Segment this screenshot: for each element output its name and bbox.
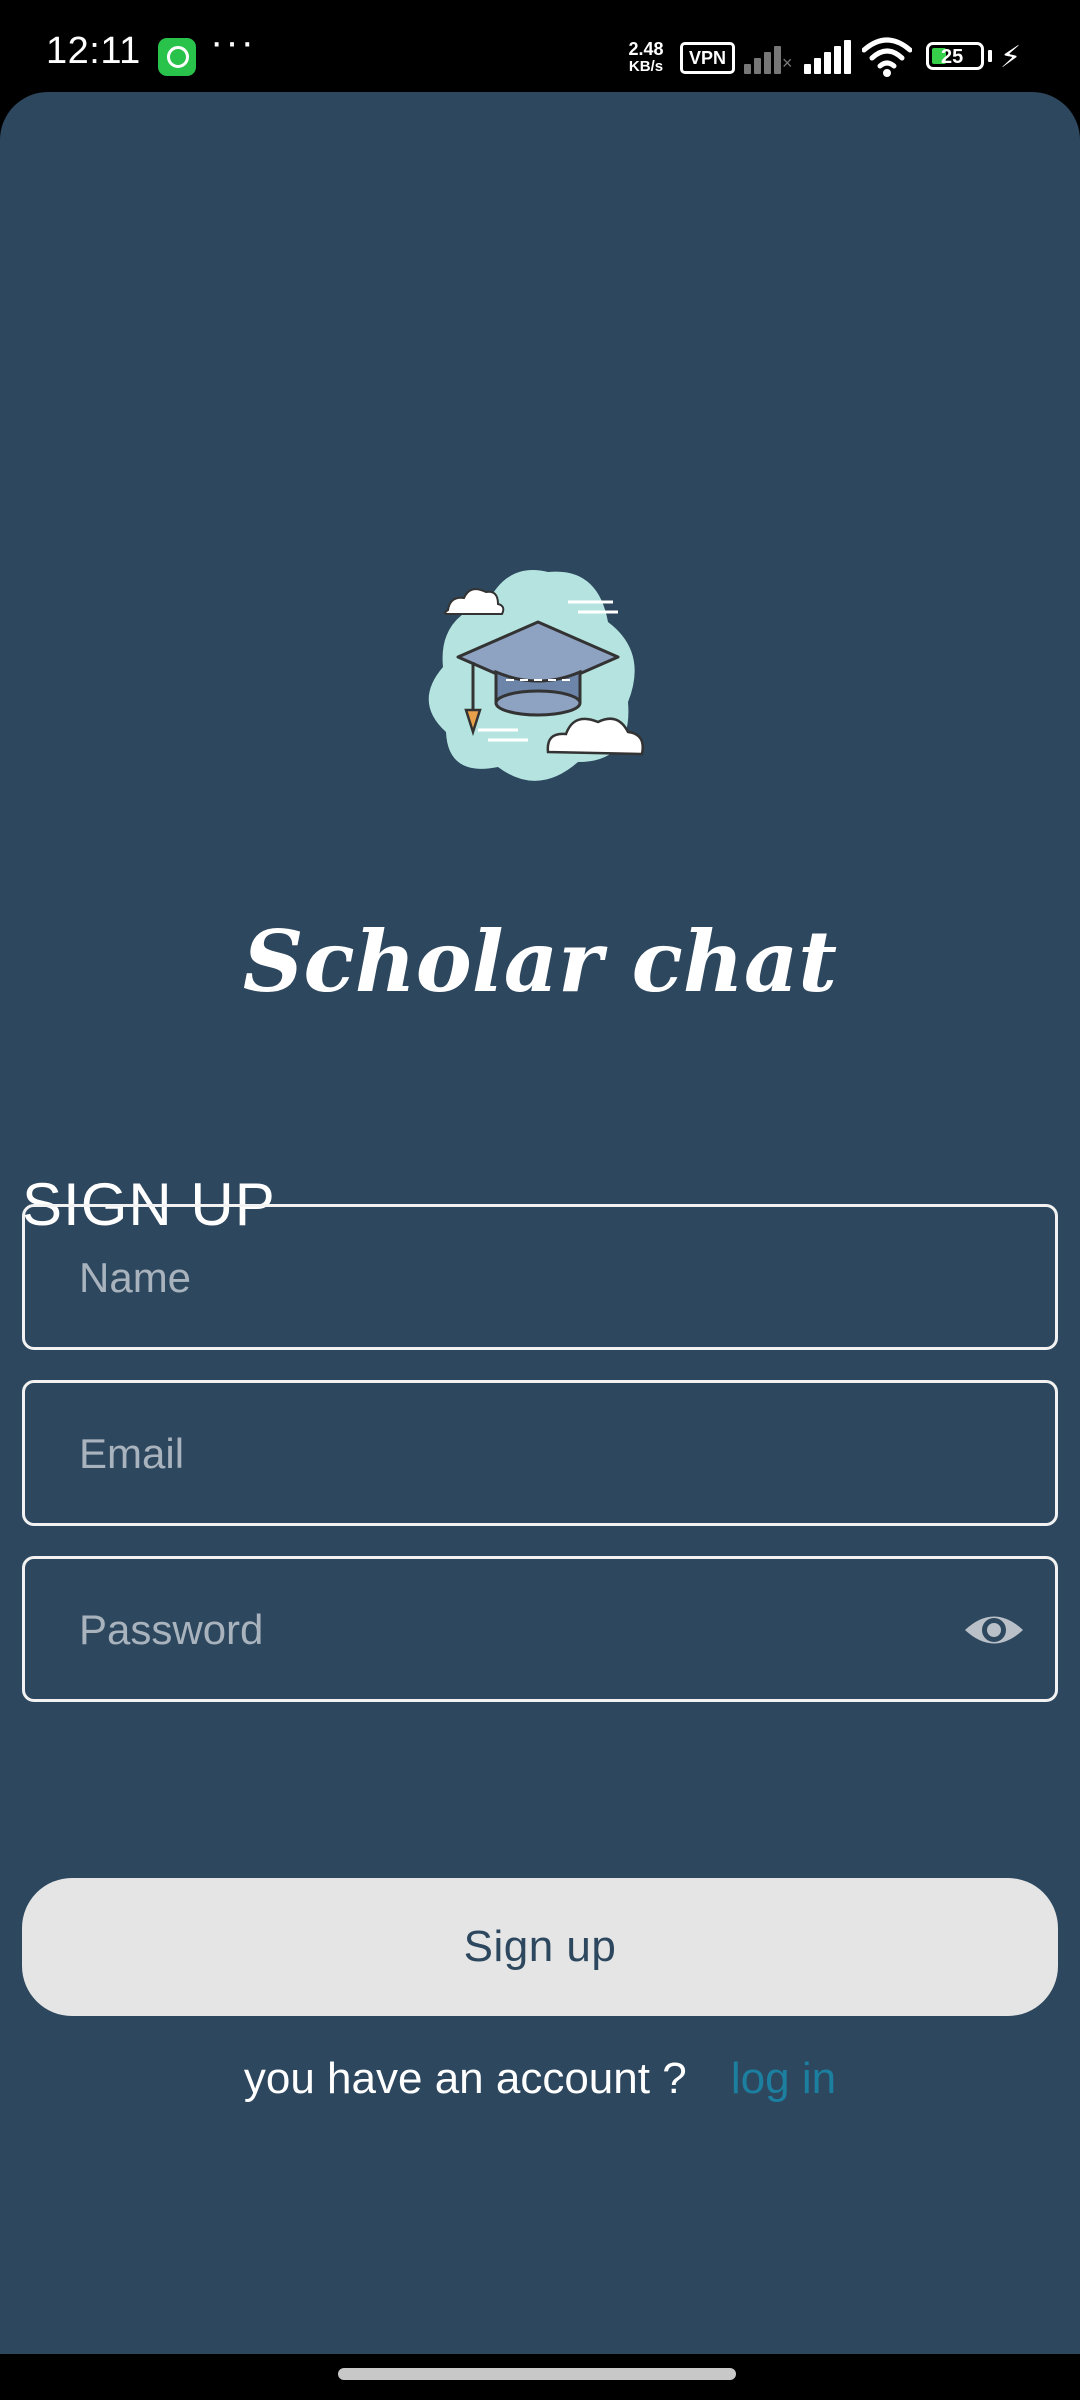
battery-icon: 25 [926,42,984,70]
status-bar: 12:11 ··· 2.48 KB/s VPN × 25 ⚡ [0,0,1080,92]
eye-icon[interactable] [963,1599,1025,1661]
network-speed: 2.48 KB/s [624,40,668,76]
signup-screen: Scholar chat SIGN UP Sign up you have an… [0,92,1080,2354]
app-title: Scholar chat [242,912,838,1011]
signal-sim2-icon [804,40,856,74]
password-input[interactable] [77,1559,961,1701]
graduation-cap-cloud-icon [428,570,644,781]
charging-icon: ⚡ [1000,41,1022,74]
signal-sim1-icon: × [744,40,796,74]
wifi-icon [862,37,912,77]
battery-level: 25 [941,46,964,68]
login-prompt-text: you have an account ? [243,2054,687,2103]
battery-tip [988,50,992,62]
more-notifications-icon: ··· [210,20,256,64]
status-time: 12:11 [46,30,141,72]
signup-button[interactable]: Sign up [22,1878,1058,2016]
home-indicator[interactable] [338,2368,736,2380]
password-field[interactable] [22,1556,1058,1702]
network-speed-value: 2.48 [628,39,664,59]
email-field[interactable] [22,1380,1058,1526]
login-link[interactable]: log in [731,2054,836,2103]
network-speed-unit: KB/s [628,58,664,75]
login-prompt-row: you have an account ? log in [0,2054,1080,2104]
whatsapp-notification-icon [158,38,196,76]
vpn-badge: VPN [680,42,736,74]
name-field[interactable] [22,1204,1058,1350]
email-input[interactable] [77,1383,961,1525]
name-input[interactable] [77,1207,961,1349]
